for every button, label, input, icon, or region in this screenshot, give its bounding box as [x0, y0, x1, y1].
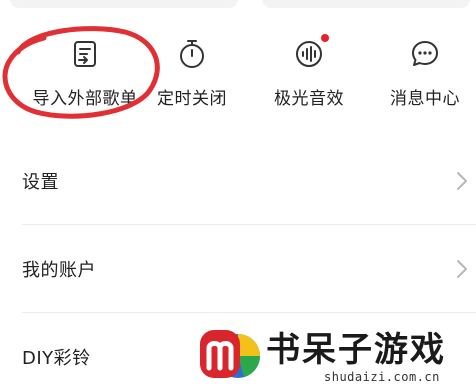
chevron-right-icon	[457, 172, 467, 190]
timer-icon	[174, 36, 210, 72]
message-center-button[interactable]: 消息中心	[382, 36, 468, 112]
chevron-right-icon	[457, 260, 467, 278]
watermark-title: 书呆子游戏	[266, 330, 446, 370]
watermark-url: shudaizi.com.cn	[324, 370, 440, 384]
aurora-sound-label: 极光音效	[274, 89, 344, 109]
message-center-label: 消息中心	[390, 89, 460, 109]
top-card-right[interactable]	[262, 0, 470, 8]
menu-item-label: 我的账户	[22, 260, 96, 281]
sound-effect-icon	[291, 34, 329, 72]
top-card-left[interactable]	[10, 0, 238, 8]
site-watermark: 书呆子游戏 shudaizi.com.cn	[196, 318, 476, 387]
notification-dot	[321, 34, 329, 42]
app-screen: 导入外部歌单 定时关闭 极光音效 消息中心 设置 我的账户 DIY彩铃 书呆子游…	[0, 0, 476, 387]
watermark-logo-icon	[200, 330, 260, 378]
aurora-sound-button[interactable]: 极光音效	[266, 34, 352, 112]
menu-item-my-account[interactable]: 我的账户	[0, 225, 476, 313]
menu-item-label: DIY彩铃	[22, 348, 91, 369]
annotation-circle	[2, 26, 160, 119]
message-icon	[407, 36, 443, 72]
menu-item-settings[interactable]: 设置	[0, 137, 476, 225]
menu-item-label: 设置	[22, 172, 59, 193]
